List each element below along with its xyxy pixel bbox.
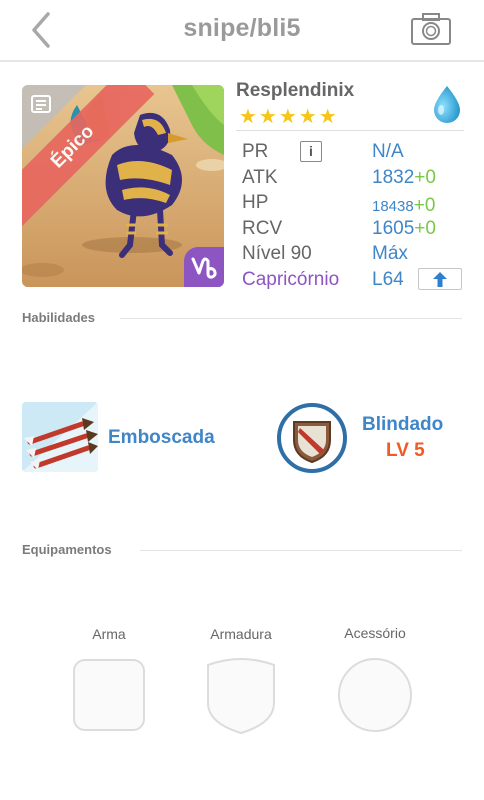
capricorn-icon <box>191 257 217 279</box>
stat-value: N/A <box>372 141 404 162</box>
stat-label: Capricórnio <box>242 268 340 290</box>
active-skill-name[interactable]: Emboscada <box>108 427 215 449</box>
camera-button[interactable] <box>410 12 452 46</box>
arrow-up-icon <box>433 271 447 287</box>
element-badge <box>430 84 464 124</box>
zodiac-badge <box>184 247 224 287</box>
stat-label: HP <box>242 192 269 213</box>
stat-row-atk: ATK 1832+0 <box>242 166 466 192</box>
stat-row-level: Nível 90 Máx <box>242 242 466 268</box>
section-divider <box>120 318 462 319</box>
stat-value: L64 <box>372 268 404 290</box>
stat-value: 1832 <box>372 166 415 188</box>
stat-row-hp: HP 18438+0 <box>242 191 466 217</box>
active-skill-button[interactable] <box>22 402 98 472</box>
stat-bonus: +0 <box>414 217 436 239</box>
upgrade-button[interactable] <box>418 267 462 290</box>
stat-row-sign: Capricórnio L64 <box>242 267 466 294</box>
passive-skill-level: LV 5 <box>386 440 425 461</box>
stat-value-group: 1832+0 <box>372 167 436 189</box>
info-button[interactable]: i <box>300 141 322 162</box>
stat-row-rcv: RCV 1605+0 <box>242 217 466 243</box>
stat-value-group: 1605+0 <box>372 218 436 240</box>
slot-label-weapon: Arma <box>92 626 126 642</box>
armor-slot-shape <box>207 658 275 735</box>
abilities-section-title: Habilidades <box>22 310 95 325</box>
camera-icon <box>411 13 451 45</box>
slot-label-accessory: Acessório <box>344 625 406 641</box>
stat-value: 18438 <box>372 198 414 215</box>
passive-skill-button[interactable] <box>276 402 348 474</box>
stat-label: RCV <box>242 217 283 239</box>
monster-portrait[interactable]: Épico <box>22 85 224 287</box>
section-divider <box>140 550 462 551</box>
stats-table: PR i N/A ATK 1832+0 HP 18438+0 RCV 1605+… <box>242 140 466 293</box>
accessory-slot[interactable] <box>338 658 412 732</box>
stat-label: Nível 90 <box>242 243 312 264</box>
shield-icon <box>277 403 347 473</box>
stat-bonus: +0 <box>413 195 436 216</box>
top-bar: snipe/bli5 <box>0 0 484 62</box>
details-icon[interactable] <box>30 93 52 115</box>
star-rating: ★★★★★ <box>239 106 339 128</box>
passive-skill-name[interactable]: Blindado <box>362 414 443 436</box>
monster-name: Resplendinix <box>236 80 355 101</box>
equipment-section-title: Equipamentos <box>22 542 112 557</box>
weapon-slot[interactable] <box>73 659 145 731</box>
slot-label-armor: Armadura <box>210 626 272 642</box>
stat-label: PR <box>242 141 269 162</box>
arrows-icon <box>22 402 98 472</box>
stat-value: Máx <box>372 243 408 264</box>
name-divider <box>236 130 464 131</box>
water-drop-icon <box>434 86 460 123</box>
stat-value: 1605 <box>372 217 415 239</box>
stat-value-group: 18438+0 <box>372 195 435 217</box>
armor-slot[interactable] <box>204 655 278 735</box>
stat-bonus: +0 <box>414 166 436 188</box>
stat-row-pr: PR i N/A <box>242 140 466 166</box>
stat-label: ATK <box>242 166 278 188</box>
